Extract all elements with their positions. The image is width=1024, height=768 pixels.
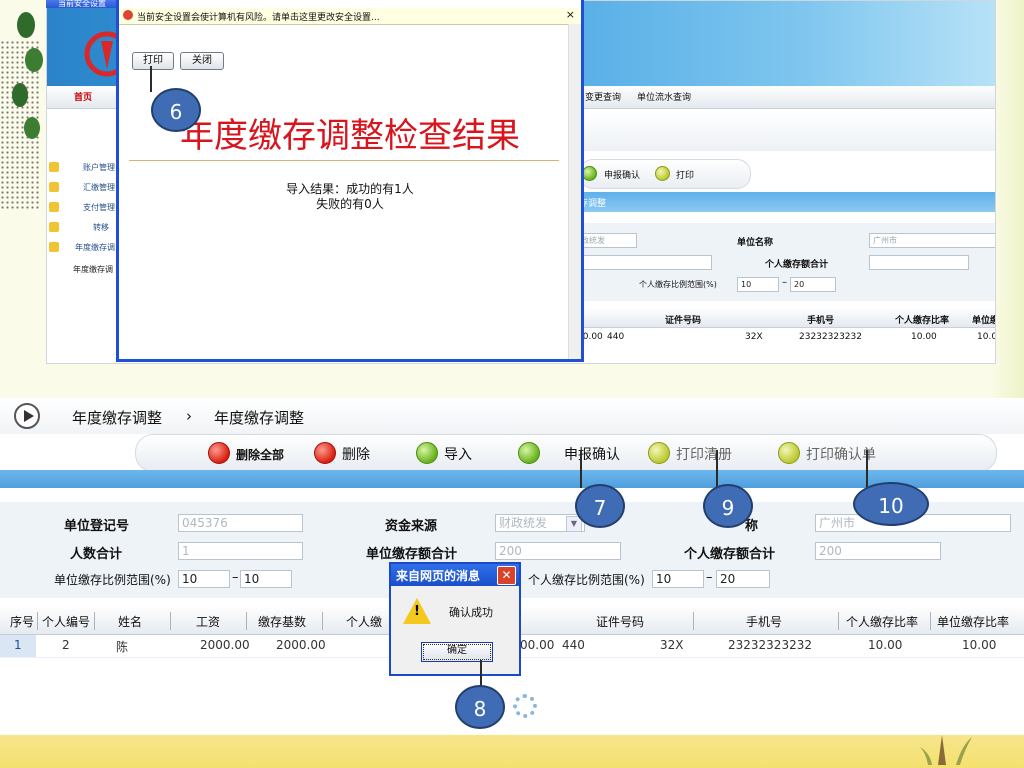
unit-range-from[interactable]: 10 [178,570,230,588]
personal-range-to[interactable]: 20 [716,570,770,588]
close-icon[interactable]: × [566,8,575,21]
divider [129,160,559,161]
plus-icon [416,442,438,464]
col-person-no[interactable]: 个人编号 [42,613,90,630]
loading-spinner-icon [513,694,537,718]
col-personal-amount[interactable]: 个人缴 [346,613,382,630]
unit-total-field[interactable]: 200 [495,542,621,560]
print-button[interactable]: 打印 [132,52,174,70]
result-fail: 失败的有0人 [316,197,384,211]
confirm-button[interactable]: 申报确认 [604,168,640,181]
step-badge-7: 7 [575,484,625,528]
personal-total-field[interactable] [869,255,969,270]
nav-change-query[interactable]: 变更查询 [585,90,621,103]
personal-total-label: 个人缴存额合计 [684,547,776,562]
print-icon [648,442,670,464]
breadcrumb-item-2: 年度缴存调整 [214,409,305,427]
folder-icon [49,222,59,232]
print-icon [655,166,670,181]
personal-range-label: 个人缴存比例范围(%) [639,280,717,289]
sidebar: 账户管理 汇缴管理 支付管理 转移 年度缴存调 年度缴存调 [47,151,119,361]
step-badge-6: 6 [151,88,201,132]
col-seq[interactable]: 序号 [10,613,34,630]
report-popup-window: 当前安全设置会使计算机有风险。请单击这里更改安全设置... × 打印 关闭 年度… [116,0,584,362]
sidebar-item-account[interactable]: 账户管理 [49,159,119,177]
step-badge-10: 10 [853,482,929,526]
nav-home[interactable]: 首页 [74,90,92,103]
personal-range-to[interactable]: 20 [790,277,836,292]
top-toolbar: 申报确认 打印 [579,159,751,189]
personal-range-from[interactable]: 10 [652,570,704,588]
section-header: 存调整 [577,192,995,212]
sidebar-subitem-annual[interactable]: 年度缴存调 [49,261,119,279]
col-id[interactable]: 证件号码 [596,613,644,630]
folder-icon [49,202,59,212]
close-button[interactable]: 关闭 [180,52,224,70]
fund-source-select[interactable]: 财政统发 ▼ [495,514,585,532]
print-icon [778,442,800,464]
col-salary[interactable]: 工资 [196,613,220,630]
col-name[interactable]: 姓名 [118,613,142,630]
folder-icon [49,162,59,172]
security-warning-bar[interactable]: 当前安全设置会使计算机有风险。请单击这里更改安全设置... × [119,8,581,25]
ok-button[interactable]: 确定 [421,642,493,662]
dialog-message: 确认成功 [449,606,493,619]
play-icon[interactable] [14,403,40,429]
top-table-header: 证件号码 手机号 个人缴存比率 单位缴存比率 [577,309,995,328]
minus-icon [208,442,230,464]
warning-shield-icon [123,10,133,20]
leaf-decoration [12,12,43,139]
text-field[interactable] [577,255,712,270]
import-result: 导入结果：成功的有1人 失败的有0人 [119,182,581,212]
dialog-title-bar: 来自网页的消息 ✕ [391,564,519,586]
col-base[interactable]: 缴存基数 [258,613,306,630]
close-icon[interactable]: ✕ [497,566,516,585]
unit-name-label: 单位名称 [737,238,774,248]
unit-range-to[interactable]: 10 [240,570,292,588]
breadcrumb: 年度缴存调整 › 年度缴存调整 [0,398,1024,434]
unit-reg-label: 单位登记号 [64,519,130,534]
step-badge-9: 9 [703,484,753,528]
table-row[interactable]: 00.00 440 32X 23232323232 10.00 10.00 [577,328,995,348]
confirm-icon [582,166,597,181]
bottom-band-decoration [0,735,1024,768]
folder-icon [49,242,59,252]
result-success: 导入结果：成功的有1人 [286,182,414,196]
personal-range-label: 个人缴存比例范围(%) [528,573,645,587]
fund-source-select[interactable]: 政统发 [577,233,637,248]
print-button-top[interactable]: 打印 [676,168,694,181]
step-badge-8: 8 [455,685,505,729]
fund-source-label: 资金来源 [385,519,438,534]
folder-icon [49,182,59,192]
unit-name-field[interactable]: 广州市 [869,233,995,248]
col-personal-rate[interactable]: 个人缴存比率 [846,613,918,630]
personal-total-field[interactable]: 200 [815,542,941,560]
unit-total-label: 单位缴存额合计 [366,547,458,562]
check-icon [518,442,540,464]
unit-reg-field[interactable]: 045376 [178,514,303,532]
top-query-form: 政统发 单位名称 广州市 个人缴存额合计 个人缴存比例范围(%) 10 – 20 [577,223,995,301]
sidebar-item-annual[interactable]: 年度缴存调 [49,239,119,257]
col-phone[interactable]: 手机号 [746,613,782,630]
minus-icon [314,442,336,464]
breadcrumb-item-1[interactable]: 年度缴存调整 [72,407,162,428]
people-total-label: 人数合计 [70,547,123,562]
personal-range-from[interactable]: 10 [737,277,779,292]
header-band [577,111,995,151]
sidebar-item-collect[interactable]: 汇缴管理 [49,179,119,197]
sidebar-item-transfer[interactable]: 转移 [49,219,119,237]
nav-flow-query[interactable]: 单位流水查询 [637,90,691,103]
people-total-field[interactable]: 1 [178,542,303,560]
message-dialog: 来自网页的消息 ✕ ! 确认成功 确定 [389,562,521,676]
personal-total-label: 个人缴存额合计 [765,260,829,270]
col-unit-rate[interactable]: 单位缴存比率 [937,613,1009,630]
unit-range-label: 单位缴存比例范围(%) [54,573,171,587]
breadcrumb-separator: › [186,407,192,425]
sidebar-item-pay[interactable]: 支付管理 [49,199,119,217]
